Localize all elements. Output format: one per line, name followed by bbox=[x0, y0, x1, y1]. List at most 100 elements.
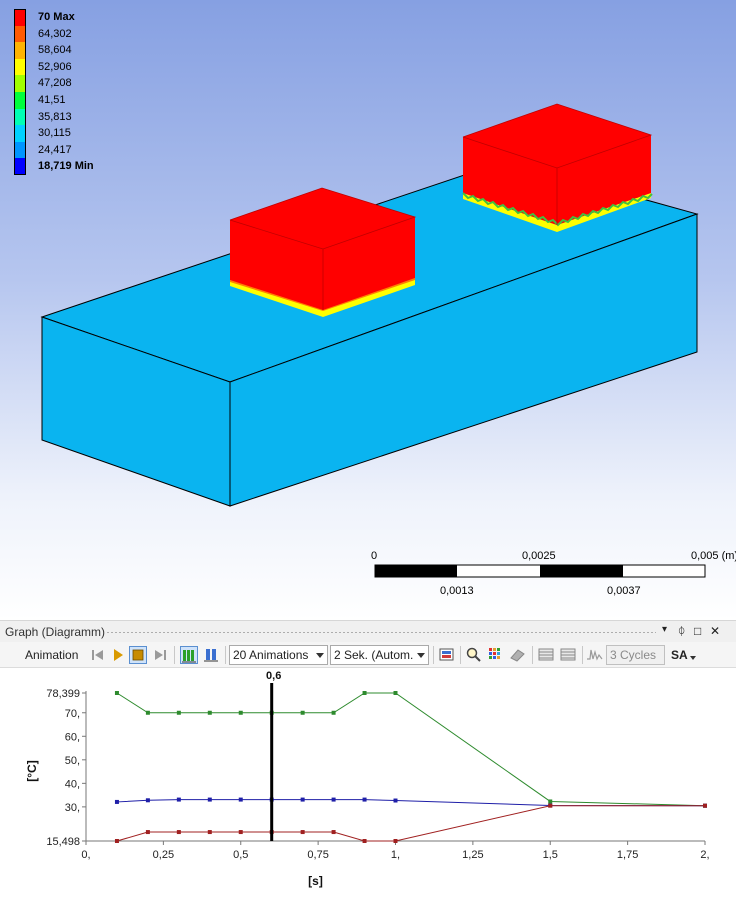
sa-button[interactable]: SA bbox=[671, 648, 688, 666]
model-geometry[interactable] bbox=[0, 0, 736, 620]
scale-bar: 0 0,0025 0,005 (m) 0,0013 0,0037 bbox=[0, 540, 736, 610]
graph-panel: Graph (Diagramm) ▾ ᛰ □ ✕ Animation 20 An… bbox=[0, 620, 736, 907]
panel-menu-button[interactable]: ▾ bbox=[662, 624, 667, 635]
toolbar-separator bbox=[225, 646, 226, 664]
legend-swatch bbox=[14, 75, 26, 92]
series-point bbox=[238, 830, 243, 835]
stop-icon[interactable] bbox=[129, 646, 147, 664]
play-icon[interactable] bbox=[109, 646, 127, 664]
scale-label-mid: 0,0025 bbox=[522, 550, 556, 562]
scale-label-three-quarter: 0,0037 bbox=[607, 585, 641, 597]
legend-label: 35,813 bbox=[38, 110, 72, 123]
panel-pin-button[interactable]: ᛰ bbox=[678, 624, 685, 638]
y-tick-label: 15,498 bbox=[46, 836, 80, 848]
x-tick-label: 2, bbox=[700, 849, 709, 861]
skip-to-start-icon[interactable] bbox=[89, 646, 107, 664]
legend-swatch bbox=[14, 9, 26, 26]
export-video-icon[interactable] bbox=[438, 646, 456, 664]
toolbar-separator bbox=[532, 646, 533, 664]
y-tick-label: 60, bbox=[65, 731, 80, 743]
distributed-frames-icon[interactable] bbox=[180, 646, 198, 664]
graph-panel-titlebar[interactable]: Graph (Diagramm) ▾ ᛰ □ ✕ bbox=[0, 620, 736, 642]
series-point bbox=[207, 830, 212, 835]
scale-label-quarter: 0,0013 bbox=[440, 585, 474, 597]
x-tick-label: 0,25 bbox=[153, 849, 174, 861]
series-point bbox=[300, 830, 305, 835]
frames-select[interactable]: 20 Animations bbox=[229, 645, 328, 665]
legend-label: 47,208 bbox=[38, 77, 72, 90]
3d-viewport[interactable]: 70 Max 64,302 58,604 52,906 47,208 41,51 35,81… bbox=[0, 0, 736, 620]
animation-label: Animation bbox=[25, 648, 79, 662]
series-point bbox=[393, 839, 398, 843]
x-tick-label: 1,5 bbox=[543, 849, 558, 861]
graph-panel-title: Graph (Diagramm) bbox=[5, 625, 106, 639]
series-point bbox=[362, 691, 367, 695]
series-point bbox=[331, 710, 336, 715]
toolbar-separator bbox=[460, 646, 461, 664]
legend-swatch bbox=[14, 141, 26, 159]
legend-swatch bbox=[14, 91, 26, 109]
series-point bbox=[548, 799, 553, 804]
cycles-select[interactable]: 3 Cycles bbox=[606, 645, 665, 665]
legend-label: 18,719 Min bbox=[38, 160, 94, 173]
color-contours-icon[interactable] bbox=[487, 646, 505, 664]
table-export-icon[interactable] bbox=[537, 646, 555, 664]
panel-close-button[interactable]: ✕ bbox=[710, 624, 720, 638]
legend-swatch bbox=[14, 108, 26, 126]
legend-swatch bbox=[14, 25, 26, 43]
y-tick-label: 30, bbox=[65, 802, 80, 814]
x-tick-label: 0,5 bbox=[233, 849, 248, 861]
legend-label: 58,604 bbox=[38, 44, 72, 57]
legend-swatch bbox=[14, 58, 26, 76]
x-tick-label: 1,25 bbox=[462, 849, 483, 861]
y-tick-label: 78,399 bbox=[46, 688, 80, 700]
series-point bbox=[114, 799, 119, 804]
series-line-2 bbox=[116, 805, 705, 842]
result-sets-icon[interactable] bbox=[203, 646, 221, 664]
x-tick-label: 0, bbox=[81, 849, 90, 861]
temperature-chart[interactable]: 15,498 30, 40, 50, 60, 70, 78,399 0, 0,25 0,5 0,75… bbox=[0, 668, 736, 907]
scale-label-end: 0,005 (m) bbox=[691, 550, 736, 562]
waveform-icon[interactable] bbox=[586, 646, 604, 664]
series-point bbox=[331, 830, 336, 835]
legend-swatch bbox=[14, 158, 26, 175]
rotate-model-icon[interactable] bbox=[509, 646, 527, 664]
series-point bbox=[176, 710, 181, 715]
series-point bbox=[393, 798, 398, 803]
duration-select[interactable]: 2 Sek. (Autom. bbox=[330, 645, 429, 665]
chevron-down-icon bbox=[316, 653, 324, 658]
toolbar-separator bbox=[582, 646, 583, 664]
series-point bbox=[207, 797, 212, 802]
series-point bbox=[300, 797, 305, 802]
series-point bbox=[300, 710, 305, 715]
series-point bbox=[145, 830, 150, 835]
zoom-icon[interactable] bbox=[465, 646, 483, 664]
y-tick-label: 70, bbox=[65, 708, 80, 720]
legend-swatch bbox=[14, 42, 26, 59]
x-axis-label: [s] bbox=[308, 874, 323, 888]
legend-label: 64,302 bbox=[38, 27, 72, 40]
x-tick-label: 1,75 bbox=[617, 849, 638, 861]
toolbar-separator bbox=[433, 646, 434, 664]
legend-label: 52,906 bbox=[38, 60, 72, 73]
sa-chevron-down-icon[interactable] bbox=[690, 656, 696, 660]
series-point bbox=[176, 830, 181, 835]
series-point bbox=[362, 797, 367, 802]
series-point bbox=[145, 710, 150, 715]
series-point bbox=[238, 797, 243, 802]
y-tick-label: 50, bbox=[65, 755, 80, 767]
animation-toolbar: Animation 20 Animations 2 Sek. (Autom. 3… bbox=[0, 642, 736, 668]
skip-to-end-icon[interactable] bbox=[151, 646, 169, 664]
series-point bbox=[393, 691, 398, 695]
panel-maximize-button[interactable]: □ bbox=[694, 624, 701, 638]
series-point bbox=[548, 803, 553, 808]
series-point bbox=[114, 691, 119, 695]
legend-swatch bbox=[14, 125, 26, 142]
cycles-select-value: 3 Cycles bbox=[610, 648, 657, 662]
series-point bbox=[176, 797, 181, 802]
frames-select-value: 20 Animations bbox=[233, 648, 309, 662]
table-import-icon[interactable] bbox=[559, 646, 577, 664]
series-line-1 bbox=[116, 799, 706, 807]
x-tick-label: 0,75 bbox=[307, 849, 328, 861]
legend-label: 30,115 bbox=[38, 127, 71, 140]
